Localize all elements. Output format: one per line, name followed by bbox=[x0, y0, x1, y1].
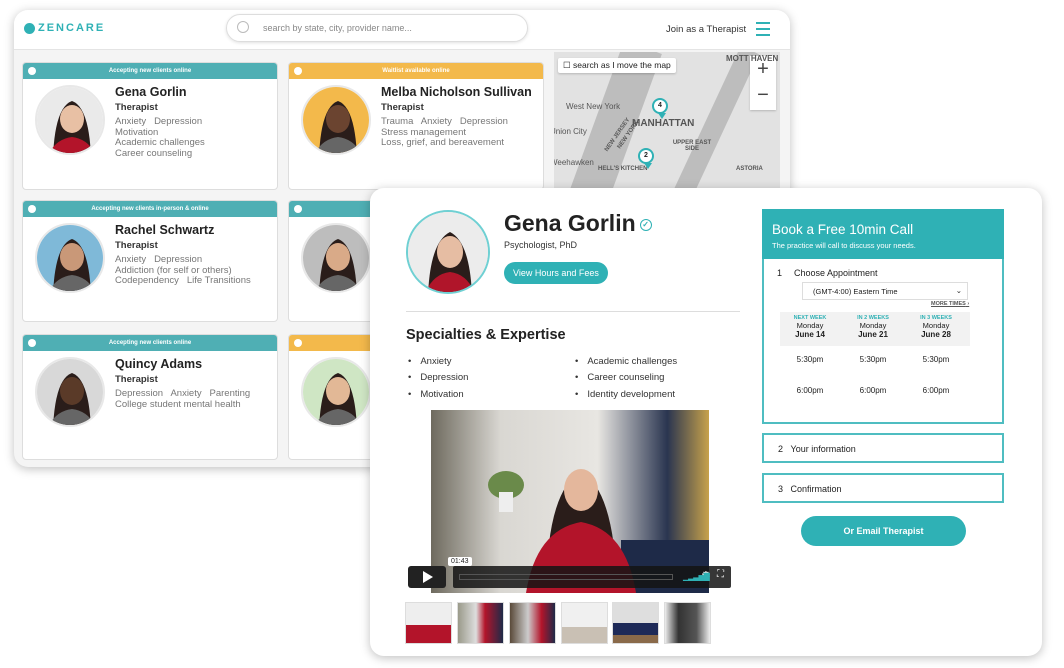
therapist-avatar bbox=[35, 357, 105, 427]
specialty-item: Academic challenges bbox=[575, 356, 677, 367]
appointment-column: IN 3 WEEKS Monday June 28 5:30pm 6:00pm bbox=[906, 315, 966, 395]
view-hours-fees-button[interactable]: View Hours and Fees bbox=[504, 262, 608, 284]
profile-title: Psychologist, PhD bbox=[504, 240, 578, 250]
specialty-item: Anxiety bbox=[408, 356, 451, 367]
therapist-role: Therapist bbox=[115, 240, 158, 251]
therapist-card[interactable]: Accepting new clients online Quincy Adam… bbox=[22, 334, 278, 460]
zoom-out-button[interactable]: − bbox=[750, 82, 776, 108]
therapist-name[interactable]: Melba Nicholson Sullivan bbox=[381, 85, 532, 99]
time-slot[interactable]: 5:30pm bbox=[780, 355, 840, 364]
booking-header: Book a Free 10min Call The practice will… bbox=[762, 209, 1004, 259]
timezone-select[interactable]: (GMT-4:00) Eastern Time ⌄ bbox=[802, 282, 968, 300]
chevron-down-icon: ⌄ bbox=[955, 286, 962, 295]
therapist-name[interactable]: Quincy Adams bbox=[115, 357, 202, 371]
specialties-heading: Specialties & Expertise bbox=[406, 327, 566, 343]
therapist-avatar bbox=[35, 223, 105, 293]
therapist-avatar bbox=[35, 85, 105, 155]
availability-banner: Accepting new clients online bbox=[23, 335, 277, 351]
gallery-thumbnail[interactable] bbox=[561, 602, 608, 644]
check-circle-icon bbox=[28, 67, 36, 75]
play-button[interactable] bbox=[408, 566, 446, 588]
gallery-thumbnail[interactable] bbox=[612, 602, 659, 644]
therapist-avatar bbox=[301, 85, 371, 155]
booking-panel: Book a Free 10min Call The practice will… bbox=[762, 209, 1004, 424]
fullscreen-icon[interactable]: ⛶ bbox=[717, 569, 724, 580]
info-icon bbox=[294, 339, 302, 347]
specialty-item: Career counseling bbox=[575, 372, 664, 383]
specialty-item: Identity development bbox=[575, 389, 675, 400]
map-zoom-controls: + − bbox=[750, 56, 776, 110]
therapist-profile-window: Gena Gorlin ✓ Psychologist, PhD View Hour… bbox=[370, 188, 1042, 656]
video-timestamp: 01:43 bbox=[448, 557, 472, 566]
therapist-card[interactable]: Accepting new clients online Gena Gorlin… bbox=[22, 62, 278, 190]
play-icon bbox=[423, 571, 433, 583]
therapist-specialties: Anxiety Depression Addiction (for self or… bbox=[115, 254, 251, 286]
map-pin[interactable]: 2 bbox=[638, 148, 654, 169]
time-slot[interactable]: 6:00pm bbox=[780, 386, 840, 395]
step-choose-appointment: 1 Choose Appointment (GMT-4:00) Eastern … bbox=[762, 259, 1004, 424]
therapist-specialties: Anxiety Depression Motivation Academic cha… bbox=[115, 116, 205, 159]
gallery-thumbnail[interactable] bbox=[664, 602, 711, 644]
gallery-thumbnail[interactable] bbox=[405, 602, 452, 644]
map-pin[interactable]: 4 bbox=[652, 98, 668, 119]
availability-banner: Waitlist available online bbox=[289, 63, 543, 79]
time-slot[interactable]: 6:00pm bbox=[906, 386, 966, 395]
video-progress-bar[interactable]: ⚙ ⛶ ▁▂▃▅▇ bbox=[453, 566, 731, 588]
specialty-item: Motivation bbox=[408, 389, 463, 400]
info-icon bbox=[294, 67, 302, 75]
more-times-link[interactable]: MORE TIMES › bbox=[931, 301, 969, 307]
check-circle-icon bbox=[28, 339, 36, 347]
therapist-specialties: Trauma Anxiety Depression Stress manageme… bbox=[381, 116, 508, 148]
step-your-information[interactable]: 2 Your information bbox=[762, 433, 1004, 463]
zencare-logo[interactable]: ZENCARE bbox=[24, 22, 105, 34]
gallery-thumbnail[interactable] bbox=[509, 602, 556, 644]
menu-icon[interactable] bbox=[756, 22, 770, 40]
appointment-column: IN 2 WEEKS Monday June 21 5:30pm 6:00pm bbox=[843, 315, 903, 395]
time-slot[interactable]: 5:30pm bbox=[843, 355, 903, 364]
therapist-name[interactable]: Gena Gorlin bbox=[115, 85, 187, 99]
therapist-card[interactable]: Waitlist available online Melba Nicholso… bbox=[288, 62, 544, 190]
verified-icon: ✓ bbox=[639, 218, 652, 231]
map[interactable]: ☐ search as I move the map + − MOTT HAVEN… bbox=[554, 52, 780, 188]
therapist-role: Therapist bbox=[115, 374, 158, 385]
step-confirmation[interactable]: 3 Confirmation bbox=[762, 473, 1004, 503]
check-circle-icon bbox=[28, 205, 36, 213]
profile-avatar bbox=[406, 210, 490, 294]
therapist-name[interactable]: Rachel Schwartz bbox=[115, 223, 214, 237]
volume-icon[interactable]: ▁▂▃▅▇ bbox=[683, 572, 710, 581]
email-therapist-button[interactable]: Or Email Therapist bbox=[801, 516, 966, 546]
search-input[interactable]: search by state, city, provider name... bbox=[226, 14, 528, 42]
specialty-item: Depression bbox=[408, 372, 468, 383]
therapist-specialties: Depression Anxiety Parenting College stud… bbox=[115, 388, 251, 410]
availability-banner: Accepting new clients online bbox=[23, 63, 277, 79]
profile-name: Gena Gorlin ✓ bbox=[504, 210, 652, 237]
therapist-card[interactable]: Accepting new clients in-person & online… bbox=[22, 200, 278, 322]
join-as-therapist-link[interactable]: Join as a Therapist bbox=[666, 24, 746, 35]
therapist-avatar bbox=[301, 357, 371, 427]
search-as-move-checkbox[interactable]: ☐ search as I move the map bbox=[558, 58, 676, 73]
availability-banner: Accepting new clients in-person & online bbox=[23, 201, 277, 217]
check-circle-icon bbox=[294, 205, 302, 213]
time-slot[interactable]: 6:00pm bbox=[843, 386, 903, 395]
divider bbox=[406, 311, 740, 312]
search-icon bbox=[237, 21, 249, 33]
therapist-role: Therapist bbox=[115, 102, 158, 113]
video-controls: ⚙ ⛶ ▁▂▃▅▇ 01:43 bbox=[408, 557, 731, 588]
logo-icon bbox=[24, 22, 35, 34]
appointment-column: NEXT WEEK Monday June 14 5:30pm 6:00pm bbox=[780, 315, 840, 395]
header: ZENCARE search by state, city, provider … bbox=[14, 10, 790, 50]
therapist-role: Therapist bbox=[381, 102, 424, 113]
gallery-thumbnail[interactable] bbox=[457, 602, 504, 644]
therapist-avatar bbox=[301, 223, 371, 293]
time-slot[interactable]: 5:30pm bbox=[906, 355, 966, 364]
